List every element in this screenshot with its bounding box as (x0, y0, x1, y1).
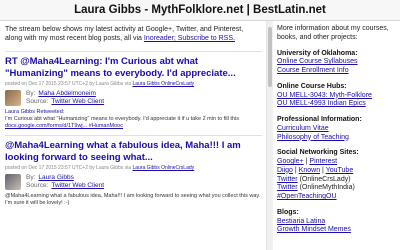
activity-stream: The stream below shows my latest activit… (5, 25, 262, 250)
post-body-text: @Maha4Learning what a fabulous idea, Mah… (5, 193, 261, 207)
curriculum-vitae-link[interactable]: Curriculum Vitae (277, 125, 329, 132)
course-hubs-section: Online Course Hubs: OU MELL-3043: Myth-F… (277, 83, 395, 109)
section-title: Social Networking Sites: (277, 149, 359, 157)
page-title: Laura Gibbs - MythFolklore.net | BestLat… (74, 4, 326, 16)
diigo-link[interactable]: Diigo (277, 167, 293, 174)
source-label: Source: (26, 182, 49, 190)
post-meta-text: posted on Dec 17 2015 23:57 UTC+2 by Lau… (5, 80, 132, 87)
course-syllabuses-link[interactable]: Online Course Syllabuses (277, 58, 358, 65)
open-teaching-hashtag-link[interactable]: #OpenTeachingOU (277, 193, 337, 200)
post-body: @Maha4Learning what a fabulous idea, Mah… (5, 193, 262, 207)
indian-epics-link[interactable]: OU MELL-4993 Indian Epics (277, 100, 366, 107)
section-title: Blogs: (277, 208, 299, 216)
post-author-row: By: Laura Gibbs Source: Twitter Web Client (5, 173, 262, 190)
post-meta-source-link[interactable]: Laura Gibbs OnlineCrsLady (132, 165, 194, 171)
post-meta: posted on Dec 17 2015 23:57 UTC+2 by Lau… (5, 165, 262, 171)
university-section: University of Oklahoma: Online Course Sy… (277, 50, 395, 76)
twitter-handle-note: (OnlineMythIndia) (299, 184, 355, 192)
post-author-details: By: Laura Gibbs Source: Twitter Web Client (26, 174, 104, 190)
avatar[interactable] (5, 89, 21, 106)
blogs-section: Blogs: Bestiaria Latina Growth Mindset M… (277, 209, 395, 235)
post-body-text: I'm Curious abt what "Humanizing" means … (5, 115, 239, 122)
post-body: I'm Curious abt what "Humanizing" means … (5, 116, 262, 130)
post-body-link[interactable]: docs.google.com/forms/d/1T9wj... #HumanM… (5, 123, 123, 129)
stream-post: RT @Maha4Learning: I'm Curious abt what … (5, 50, 262, 130)
post-author-row: By: Maha Abdelmoneim Source: Twitter Web C… (5, 89, 262, 106)
stream-intro: The stream below shows my latest activit… (5, 25, 262, 44)
post-title-link[interactable]: @Maha4Learning what a fabulous idea, Mah… (5, 140, 262, 164)
twitter-onlinecrslady-link[interactable]: Twitter (277, 176, 298, 183)
stream-post: @Maha4Learning what a fabulous idea, Mah… (5, 135, 262, 207)
source-label: Source: (26, 97, 49, 105)
stream-scrollbar[interactable] (266, 21, 273, 250)
link-separator: | (322, 166, 324, 174)
known-link[interactable]: Known (299, 167, 320, 174)
course-enrollment-link[interactable]: Course Enrollment Info (277, 67, 349, 74)
social-section: Social Networking Sites: Google+ | Pinte… (277, 149, 395, 202)
sidebar-intro: More information about my courses, books… (277, 25, 389, 41)
retweet-user-link[interactable]: Laura Gibbs Retweeted: (5, 109, 262, 115)
page-body: The stream below shows my latest activit… (0, 21, 400, 250)
post-meta-source-link[interactable]: Laura Gibbs OnlineCrsLady (132, 81, 194, 87)
author-link[interactable]: Maha Abdelmoneim (38, 90, 95, 97)
section-title: Online Course Hubs: (277, 82, 347, 90)
youtube-link[interactable]: YouTube (326, 167, 354, 174)
growth-mindset-memes-link[interactable]: Growth Mindset Memes (277, 226, 351, 233)
post-author-details: By: Maha Abdelmoneim Source: Twitter Web C… (26, 90, 104, 106)
author-label: By: (26, 173, 36, 181)
sidebar: More information about my courses, books… (277, 25, 395, 242)
link-separator: | (305, 158, 308, 165)
post-meta-text: posted on Dec 17 2015 23:57 UTC+2 by Lau… (5, 164, 132, 171)
author-link[interactable]: Laura Gibbs (38, 174, 73, 181)
avatar[interactable] (5, 173, 21, 190)
author-label: By: (26, 89, 36, 97)
twitter-onlinemythindia-link[interactable]: Twitter (277, 184, 298, 191)
scrollbar-thumb[interactable] (268, 27, 272, 87)
pinterest-link[interactable]: Pinterest (309, 158, 337, 165)
twitter-handle-note: (OnlineCrsLady) (299, 175, 351, 183)
google-plus-link[interactable]: Google+ (277, 158, 304, 165)
bestiaria-latina-link[interactable]: Bestiaria Latina (277, 218, 325, 225)
inoreader-rss-link[interactable]: Inoreader; Subscribe to RSS. (144, 35, 235, 42)
myth-folklore-link[interactable]: OU MELL-3043: Myth-Folklore (277, 92, 372, 99)
link-separator: | (294, 166, 297, 174)
section-title: Professional Information: (277, 116, 362, 123)
source-link[interactable]: Twitter Web Client (51, 98, 104, 105)
section-title: University of Oklahoma: (277, 49, 358, 57)
post-title-link[interactable]: RT @Maha4Learning: I'm Curious abt what … (5, 56, 262, 80)
source-link[interactable]: Twitter Web Client (51, 182, 104, 189)
teaching-philosophy-link[interactable]: Philosophy of Teaching (277, 134, 349, 141)
post-meta: posted on Dec 17 2015 23:57 UTC+2 by Lau… (5, 81, 262, 87)
professional-section: Professional Information: Curriculum Vit… (277, 116, 395, 142)
page-header: Laura Gibbs - MythFolklore.net | BestLat… (0, 0, 400, 21)
